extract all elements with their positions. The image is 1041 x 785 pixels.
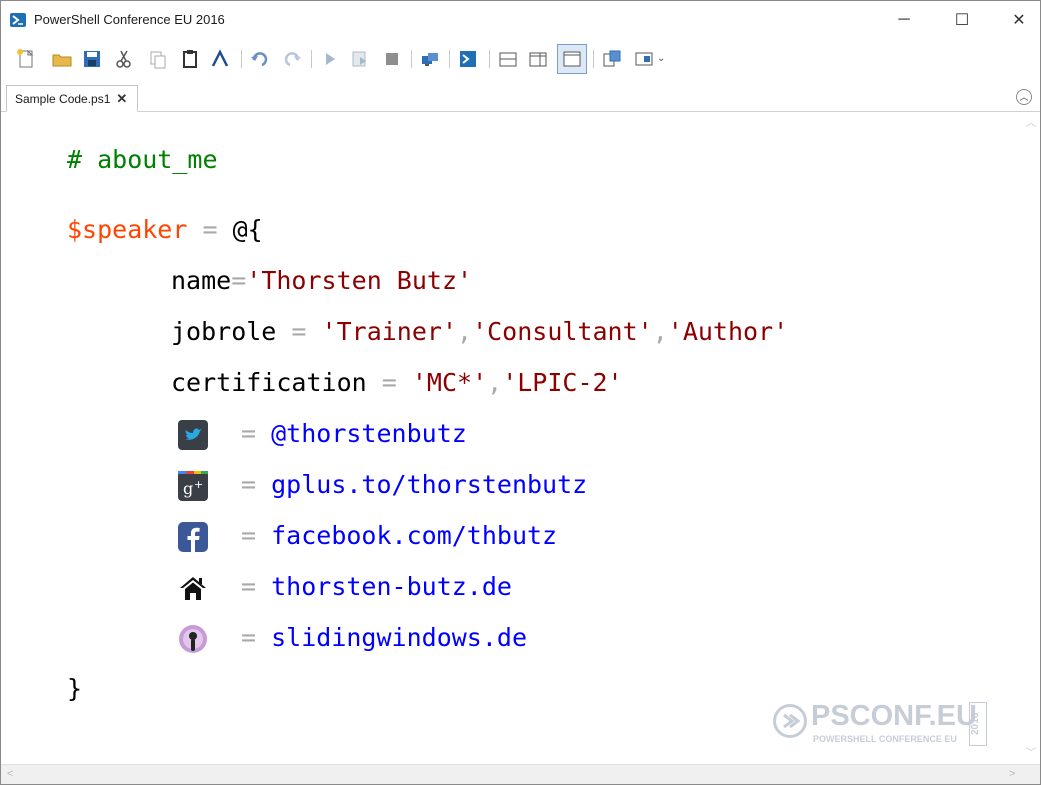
code-line-name: name='Thorsten Butz' xyxy=(171,266,472,296)
podcast-url: slidingwindows.de xyxy=(271,623,527,652)
operator-equals: = xyxy=(241,470,257,499)
ise-window: PowerShell Conference EU 2016 ─ ☐ ✕ ⌄ Sa… xyxy=(0,0,1041,785)
svg-text:g: g xyxy=(183,479,193,498)
new-file-icon[interactable] xyxy=(15,48,37,70)
value-cert-1: 'MC*' xyxy=(411,368,488,397)
show-command-window-icon[interactable] xyxy=(601,48,623,70)
comma: , xyxy=(487,368,503,397)
redo-icon[interactable] xyxy=(281,48,303,70)
save-icon[interactable] xyxy=(81,48,103,70)
toolbar-overflow-icon[interactable]: ⌄ xyxy=(657,53,669,75)
open-folder-icon[interactable] xyxy=(51,48,73,70)
svg-text:+: + xyxy=(194,478,203,491)
hashtable-close: } xyxy=(67,674,83,703)
psconf-logo-text: PSCONF.EU xyxy=(811,700,977,732)
google-plus-icon: g + xyxy=(178,471,208,501)
key-jobrole: jobrole xyxy=(171,317,277,346)
code-line-twitter: = @thorstenbutz xyxy=(241,419,467,449)
operator-equals: = xyxy=(202,215,218,244)
stop-icon[interactable] xyxy=(381,48,403,70)
operator-equals: = xyxy=(241,521,257,550)
tab-label: Sample Code.ps1 xyxy=(15,91,111,106)
show-script-pane-right-icon[interactable] xyxy=(527,48,549,70)
operator-equals: = xyxy=(381,368,397,397)
value-cert-2: 'LPIC-2' xyxy=(502,368,623,397)
tab-row: Sample Code.ps1 ✕ ︿ xyxy=(1,85,1040,112)
code-line-close: } xyxy=(67,674,82,704)
value-name: 'Thorsten Butz' xyxy=(246,266,473,295)
psconf-logo: PSCONF.EU POWERSHELL CONFERENCE EU 2016 xyxy=(773,698,993,750)
maximize-button[interactable]: ☐ xyxy=(939,5,985,35)
collapse-script-pane-icon[interactable]: ︿ xyxy=(1016,89,1032,105)
code-line-speaker: $speaker = @{ xyxy=(67,215,263,245)
code-line-podcast: = slidingwindows.de xyxy=(241,623,527,653)
operator-equals: = xyxy=(231,266,247,295)
title-bar: PowerShell Conference EU 2016 ─ ☐ ✕ xyxy=(1,1,1040,39)
powershell-app-icon xyxy=(10,13,26,27)
show-command-addon-icon[interactable] xyxy=(633,48,655,70)
variable-speaker: $speaker xyxy=(67,215,188,244)
powershell-console-icon[interactable] xyxy=(457,48,479,70)
cut-icon[interactable] xyxy=(113,48,135,70)
gplus-url: gplus.to/thorstenbutz xyxy=(271,470,588,499)
code-line-facebook: = facebook.com/thbutz xyxy=(241,521,557,551)
hashtable-open: @{ xyxy=(232,215,263,244)
comma: , xyxy=(457,317,473,346)
key-certification: certification xyxy=(171,368,367,397)
operator-equals: = xyxy=(291,317,307,346)
window-title: PowerShell Conference EU 2016 xyxy=(34,12,225,27)
vertical-scrollbar[interactable]: ︿ ﹀ xyxy=(1022,112,1040,764)
code-line-certification: certification = 'MC*','LPIC-2' xyxy=(171,368,623,398)
key-name: name xyxy=(171,266,232,295)
value-jobrole-1: 'Trainer' xyxy=(321,317,458,346)
toolbar-separator xyxy=(489,50,490,68)
scroll-left-icon[interactable]: < xyxy=(7,768,13,780)
comma: , xyxy=(652,317,668,346)
psconf-logo-year: 2016 xyxy=(969,702,987,746)
value-jobrole-2: 'Consultant' xyxy=(472,317,653,346)
code-line-gplus: = gplus.to/thorstenbutz xyxy=(241,470,587,500)
scroll-right-icon[interactable]: > xyxy=(1009,768,1015,780)
remote-powershell-icon[interactable] xyxy=(419,48,441,70)
psconf-logo-mark xyxy=(773,704,807,738)
toolbar: ⌄ xyxy=(1,39,1040,79)
close-button[interactable]: ✕ xyxy=(996,5,1040,35)
toolbar-separator xyxy=(411,50,412,68)
script-editor[interactable]: # about_me $speaker = @{ name='Thorsten … xyxy=(1,112,1022,764)
toolbar-separator xyxy=(311,50,312,68)
toolbar-separator xyxy=(241,50,242,68)
facebook-icon xyxy=(178,522,208,552)
run-selection-icon[interactable] xyxy=(349,48,371,70)
undo-icon[interactable] xyxy=(249,48,271,70)
run-icon[interactable] xyxy=(319,48,341,70)
twitter-icon xyxy=(178,420,208,450)
toolbar-separator xyxy=(593,50,594,68)
paste-icon[interactable] xyxy=(179,48,201,70)
value-jobrole-3: 'Author' xyxy=(667,317,789,346)
facebook-url: facebook.com/thbutz xyxy=(271,521,558,550)
minimize-button[interactable]: ─ xyxy=(881,5,927,35)
scroll-down-icon[interactable]: ﹀ xyxy=(1026,744,1036,759)
psconf-logo-subtitle: POWERSHELL CONFERENCE EU xyxy=(813,734,957,744)
podcast-icon xyxy=(178,624,208,654)
copy-icon[interactable] xyxy=(147,48,169,70)
home-url: thorsten-butz.de xyxy=(271,572,512,601)
tab-close-icon[interactable]: ✕ xyxy=(116,91,127,107)
code-line-home: = thorsten-butz.de xyxy=(241,572,512,602)
scroll-up-icon[interactable]: ︿ xyxy=(1026,114,1036,129)
powershell-prompt-icon[interactable] xyxy=(209,48,231,70)
operator-equals: = xyxy=(241,419,257,448)
tab-sample-code[interactable]: Sample Code.ps1 ✕ xyxy=(6,85,139,112)
horizontal-scrollbar[interactable]: < > xyxy=(1,764,1040,784)
operator-equals: = xyxy=(241,623,257,652)
toolbar-separator xyxy=(449,50,450,68)
home-icon xyxy=(178,573,208,603)
comment-text: # about_me xyxy=(67,145,218,174)
show-script-pane-maximized-icon[interactable] xyxy=(557,44,587,74)
operator-equals: = xyxy=(241,572,257,601)
twitter-handle: @thorstenbutz xyxy=(271,419,467,448)
code-line-comment: # about_me xyxy=(67,145,218,175)
show-script-pane-top-icon[interactable] xyxy=(497,48,519,70)
code-line-jobrole: jobrole = 'Trainer','Consultant','Author… xyxy=(171,317,788,347)
